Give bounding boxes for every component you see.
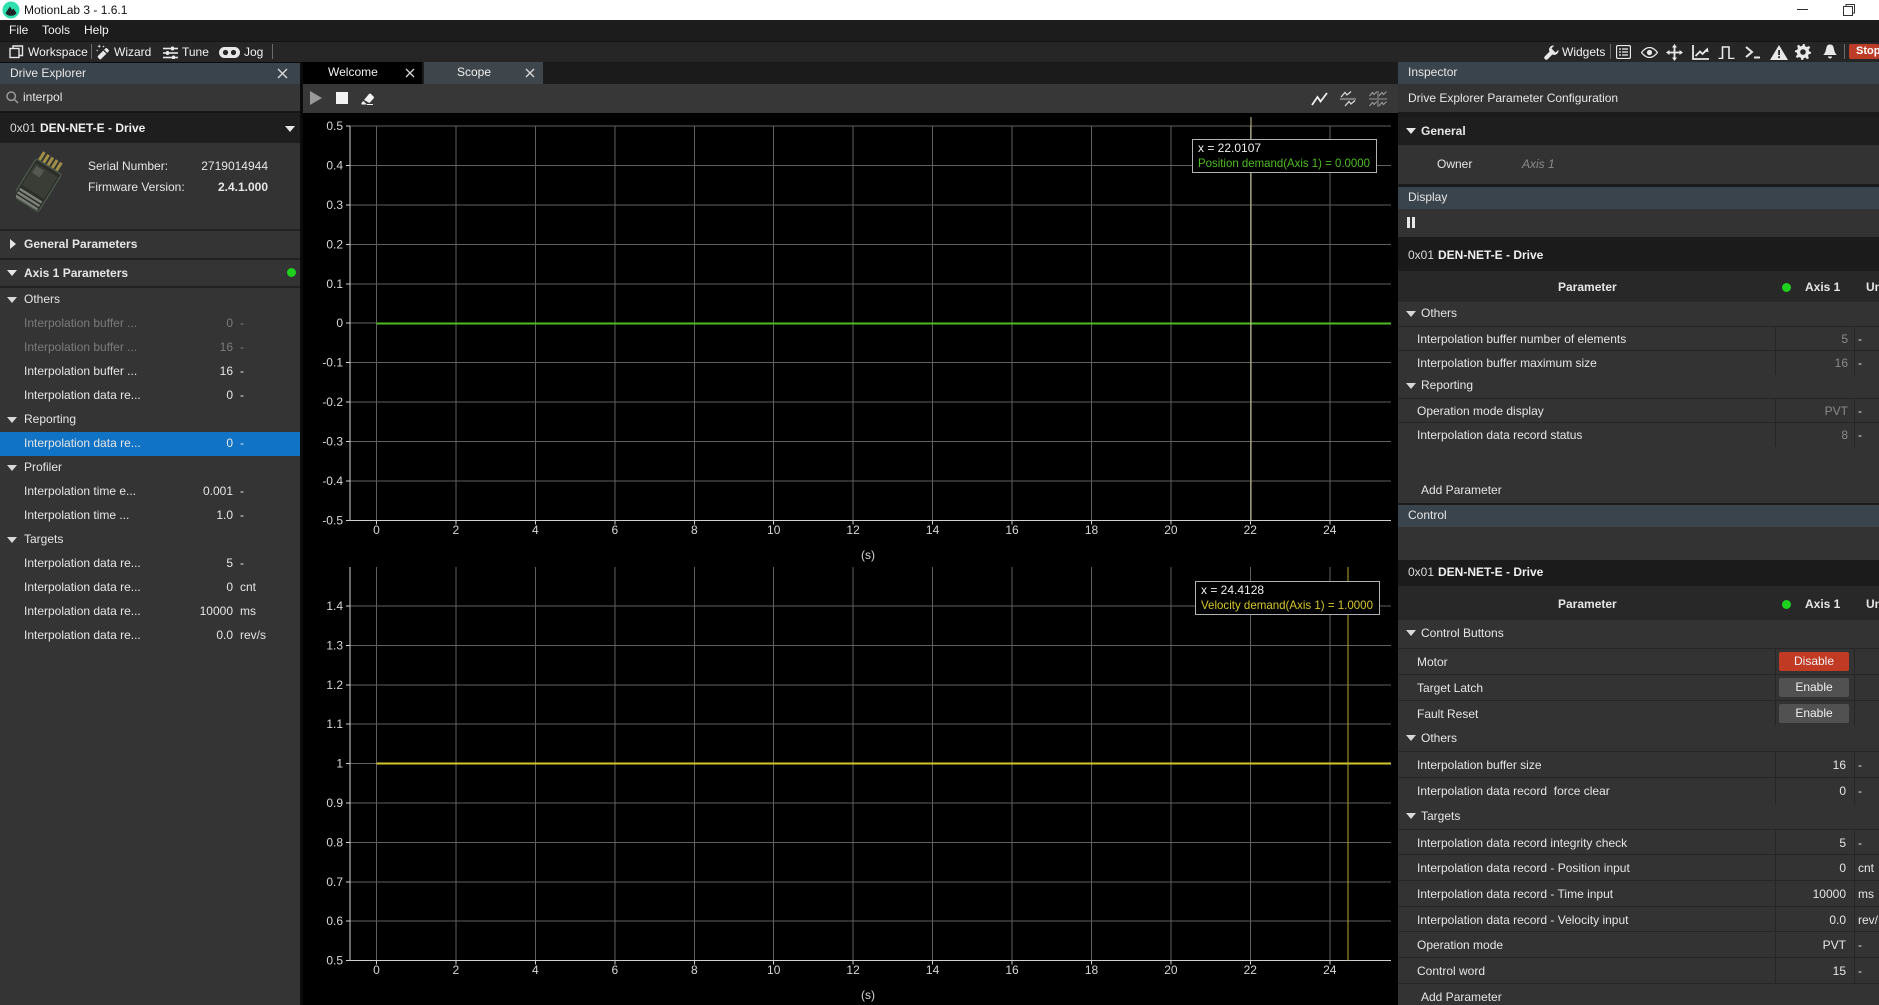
svg-text:(s): (s) bbox=[861, 548, 875, 562]
svg-text:-0.1: -0.1 bbox=[322, 356, 343, 370]
svg-text:0: 0 bbox=[373, 963, 380, 977]
svg-text:12: 12 bbox=[846, 963, 860, 977]
svg-text:6: 6 bbox=[611, 523, 618, 537]
svg-text:1.3: 1.3 bbox=[326, 638, 343, 652]
svg-text:20: 20 bbox=[1164, 523, 1178, 537]
svg-text:2: 2 bbox=[453, 963, 460, 977]
svg-text:0.4: 0.4 bbox=[326, 159, 343, 173]
svg-text:0.9: 0.9 bbox=[326, 796, 343, 810]
svg-text:4: 4 bbox=[532, 523, 539, 537]
svg-text:x = 22.0107: x = 22.0107 bbox=[1198, 141, 1261, 155]
svg-text:1.2: 1.2 bbox=[326, 678, 343, 692]
svg-text:10: 10 bbox=[767, 963, 781, 977]
svg-text:0.1: 0.1 bbox=[326, 277, 343, 291]
svg-text:14: 14 bbox=[926, 523, 940, 537]
svg-text:-0.2: -0.2 bbox=[322, 395, 343, 409]
svg-text:16: 16 bbox=[1005, 523, 1019, 537]
svg-text:-0.5: -0.5 bbox=[322, 514, 343, 528]
svg-text:-0.3: -0.3 bbox=[322, 435, 343, 449]
svg-text:Position demand(Axis 1) = 0.00: Position demand(Axis 1) = 0.0000 bbox=[1198, 156, 1370, 170]
svg-text:0.8: 0.8 bbox=[326, 835, 343, 849]
svg-text:18: 18 bbox=[1085, 963, 1099, 977]
svg-text:0.6: 0.6 bbox=[326, 914, 343, 928]
svg-text:14: 14 bbox=[926, 963, 940, 977]
svg-text:8: 8 bbox=[691, 963, 698, 977]
svg-text:Velocity demand(Axis 1) = 1.00: Velocity demand(Axis 1) = 1.0000 bbox=[1201, 598, 1373, 612]
svg-text:0.5: 0.5 bbox=[326, 119, 343, 133]
svg-text:22: 22 bbox=[1244, 523, 1258, 537]
svg-text:0.5: 0.5 bbox=[326, 954, 343, 968]
svg-text:20: 20 bbox=[1164, 963, 1178, 977]
svg-text:0: 0 bbox=[373, 523, 380, 537]
svg-text:8: 8 bbox=[691, 523, 698, 537]
svg-text:0.2: 0.2 bbox=[326, 237, 343, 251]
svg-text:0.7: 0.7 bbox=[326, 875, 343, 889]
svg-text:1.1: 1.1 bbox=[326, 717, 343, 731]
svg-text:0: 0 bbox=[336, 316, 343, 330]
svg-text:18: 18 bbox=[1085, 523, 1099, 537]
svg-text:2: 2 bbox=[453, 523, 460, 537]
svg-text:x = 24.4128: x = 24.4128 bbox=[1201, 583, 1264, 597]
svg-text:24: 24 bbox=[1323, 523, 1337, 537]
svg-text:10: 10 bbox=[767, 523, 781, 537]
svg-text:24: 24 bbox=[1323, 963, 1337, 977]
svg-text:-0.4: -0.4 bbox=[322, 474, 343, 488]
svg-text:22: 22 bbox=[1244, 963, 1258, 977]
svg-text:1: 1 bbox=[336, 757, 343, 771]
svg-text:16: 16 bbox=[1005, 963, 1019, 977]
svg-text:6: 6 bbox=[611, 963, 618, 977]
svg-text:0.3: 0.3 bbox=[326, 198, 343, 212]
svg-text:(s): (s) bbox=[861, 988, 875, 1002]
svg-text:4: 4 bbox=[532, 963, 539, 977]
svg-text:1.4: 1.4 bbox=[326, 599, 343, 613]
svg-text:12: 12 bbox=[846, 523, 860, 537]
